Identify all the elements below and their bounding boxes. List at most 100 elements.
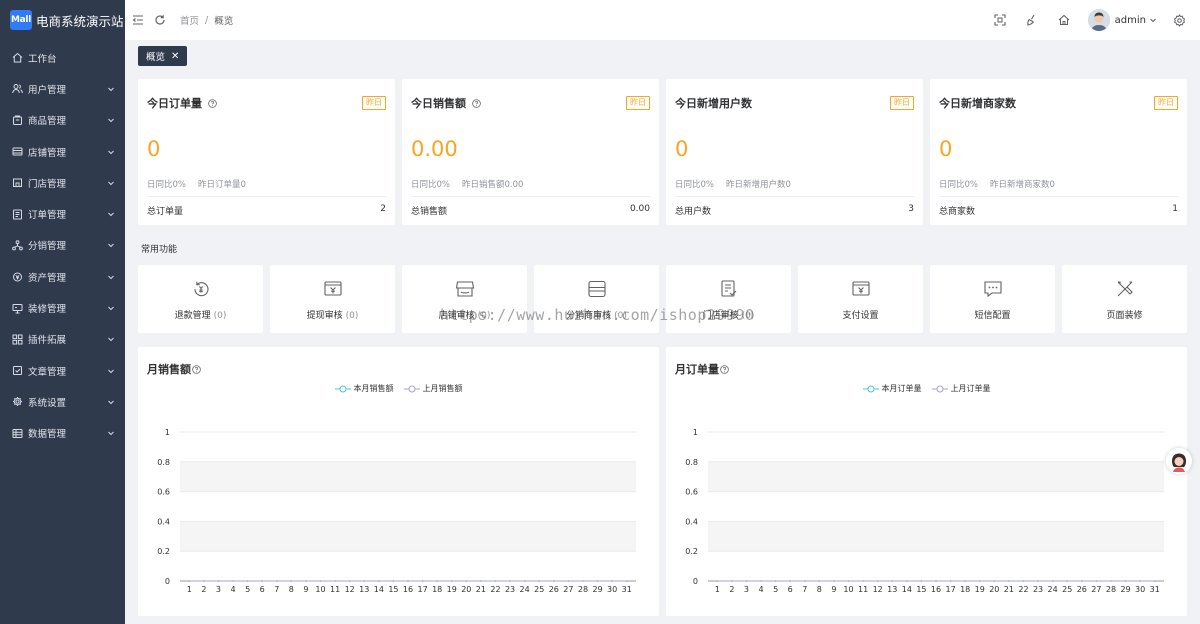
sidebar-item[interactable]: 资产管理 <box>0 261 125 292</box>
grid-icon <box>12 334 23 345</box>
clear-cache-icon[interactable] <box>1026 14 1038 26</box>
data-point <box>217 580 220 582</box>
payment-icon <box>851 279 871 299</box>
stat-badge[interactable]: 昨日 <box>1154 96 1178 110</box>
function-label: 提现审核 (0) <box>307 308 359 321</box>
function-refund[interactable]: 退款管理 (0) <box>138 265 263 333</box>
tab-overview[interactable]: 概览 ✕ <box>138 46 188 66</box>
data-point <box>1124 580 1127 582</box>
x-tick-label: 23 <box>1033 585 1043 594</box>
chevron-down-icon <box>107 429 115 437</box>
function-count: (0) <box>345 311 359 321</box>
home-icon[interactable] <box>1058 14 1070 26</box>
stat-title: 今日新增商家数 <box>939 95 1016 111</box>
sidebar-item[interactable]: 工作台 <box>0 42 125 73</box>
sidebar-item[interactable]: 店铺管理 <box>0 136 125 167</box>
sidebar-item[interactable]: 装修管理 <box>0 292 125 323</box>
sidebar-item[interactable]: 分销管理 <box>0 230 125 261</box>
stat-total-value: 3 <box>908 204 914 214</box>
top-header: 首页 / 概览 admin <box>125 0 1200 40</box>
sidebar-item[interactable]: 订单管理 <box>0 198 125 229</box>
data-point <box>920 580 923 582</box>
x-tick-label: 29 <box>1120 585 1130 594</box>
sidebar-item-label: 插件拓展 <box>28 335 67 347</box>
data-icon <box>12 428 23 439</box>
x-tick-label: 20 <box>461 585 471 594</box>
x-tick-label: 20 <box>989 585 999 594</box>
data-point <box>1095 580 1098 582</box>
brand-logo: Mall <box>10 10 32 30</box>
help-icon[interactable] <box>208 98 217 108</box>
x-tick-label: 19 <box>447 585 457 594</box>
function-payment[interactable]: 支付设置 <box>798 265 923 333</box>
chevron-down-icon[interactable] <box>1149 16 1157 24</box>
fullscreen-icon[interactable] <box>994 14 1006 26</box>
data-point <box>334 580 336 582</box>
function-distributor-audit[interactable]: 分销商审核 (0) <box>534 265 659 333</box>
sidebar-item-label: 用户管理 <box>28 84 67 96</box>
x-tick-label: 4 <box>230 585 235 594</box>
monitor-icon <box>12 303 23 314</box>
settings-icon[interactable] <box>1173 13 1186 27</box>
data-point <box>876 580 879 582</box>
stat-badge[interactable]: 昨日 <box>890 96 914 110</box>
x-tick-label: 5 <box>773 585 778 594</box>
x-tick-label: 14 <box>902 585 912 594</box>
sidebar-item[interactable]: 文章管理 <box>0 355 125 386</box>
x-tick-label: 22 <box>1018 585 1028 594</box>
x-tick-label: 21 <box>476 585 486 594</box>
function-decorate[interactable]: 页面装修 <box>1062 265 1187 333</box>
function-label-text: 店铺审核 <box>438 311 475 321</box>
sidebar-item-label: 系统设置 <box>28 397 67 409</box>
function-withdraw[interactable]: 提现审核 (0) <box>270 265 395 333</box>
stat-sub: 日同比0% 昨日新增商家数0 <box>939 178 1055 190</box>
stat-badge[interactable]: 昨日 <box>626 96 650 110</box>
function-label-text: 提现审核 <box>306 311 343 321</box>
data-point <box>906 580 908 582</box>
user-name[interactable]: admin <box>1115 15 1146 26</box>
customer-service-button[interactable] <box>1166 448 1192 474</box>
breadcrumb-home[interactable]: 首页 <box>180 13 199 27</box>
breadcrumb-current: 概览 <box>214 16 234 27</box>
stat-badge[interactable]: 昨日 <box>362 96 386 110</box>
refresh-icon[interactable] <box>154 14 166 26</box>
data-point <box>305 580 307 582</box>
x-tick-label: 8 <box>817 585 822 594</box>
brand[interactable]: Mall 电商系统演示站 <box>0 0 125 40</box>
x-tick-label: 25 <box>1062 585 1072 594</box>
chevron-down-icon <box>107 367 115 375</box>
x-tick-label: 27 <box>563 585 573 594</box>
x-tick-label: 9 <box>303 585 308 594</box>
sidebar-item[interactable]: 用户管理 <box>0 73 125 104</box>
store-icon <box>12 146 23 157</box>
data-point <box>596 580 599 582</box>
y-tick-label: 0.2 <box>157 547 170 556</box>
stat-ratio: 日同比0% <box>147 180 186 190</box>
service-avatar-icon <box>1166 448 1192 474</box>
sidebar-item[interactable]: 数据管理 <box>0 418 125 449</box>
collapse-menu-icon[interactable] <box>132 14 144 26</box>
sidebar-item[interactable]: 系统设置 <box>0 386 125 417</box>
x-tick-label: 18 <box>960 585 970 594</box>
x-tick-label: 1 <box>187 585 192 594</box>
chevron-down-icon <box>107 179 115 187</box>
function-shop-audit[interactable]: 门店审核 (0) <box>666 265 791 333</box>
data-point <box>774 580 777 582</box>
sidebar-menu: 工作台用户管理商品管理 店铺管理 门店管理 订单管理 分销管理 资产管理 装修管理插件拓展文… <box>0 42 125 449</box>
sidebar-item[interactable]: 插件拓展 <box>0 324 125 355</box>
x-tick-label: 12 <box>345 585 355 594</box>
distributor-audit-icon <box>587 279 607 299</box>
function-store-audit[interactable]: 店铺审核 (0) <box>402 265 527 333</box>
avatar[interactable] <box>1087 9 1110 31</box>
x-tick-label: 28 <box>578 585 588 594</box>
stat-total-label: 总订单量 <box>147 207 184 217</box>
sidebar-item[interactable]: 商品管理 <box>0 105 125 136</box>
sidebar-item-label: 文章管理 <box>28 366 67 378</box>
data-point <box>949 580 952 582</box>
data-point <box>611 580 613 582</box>
sidebar-item[interactable]: 门店管理 <box>0 167 125 198</box>
x-tick-label: 14 <box>374 585 384 594</box>
close-icon[interactable]: ✕ <box>171 51 179 62</box>
help-icon[interactable] <box>472 98 481 108</box>
function-sms[interactable]: 短信配置 <box>930 265 1055 333</box>
